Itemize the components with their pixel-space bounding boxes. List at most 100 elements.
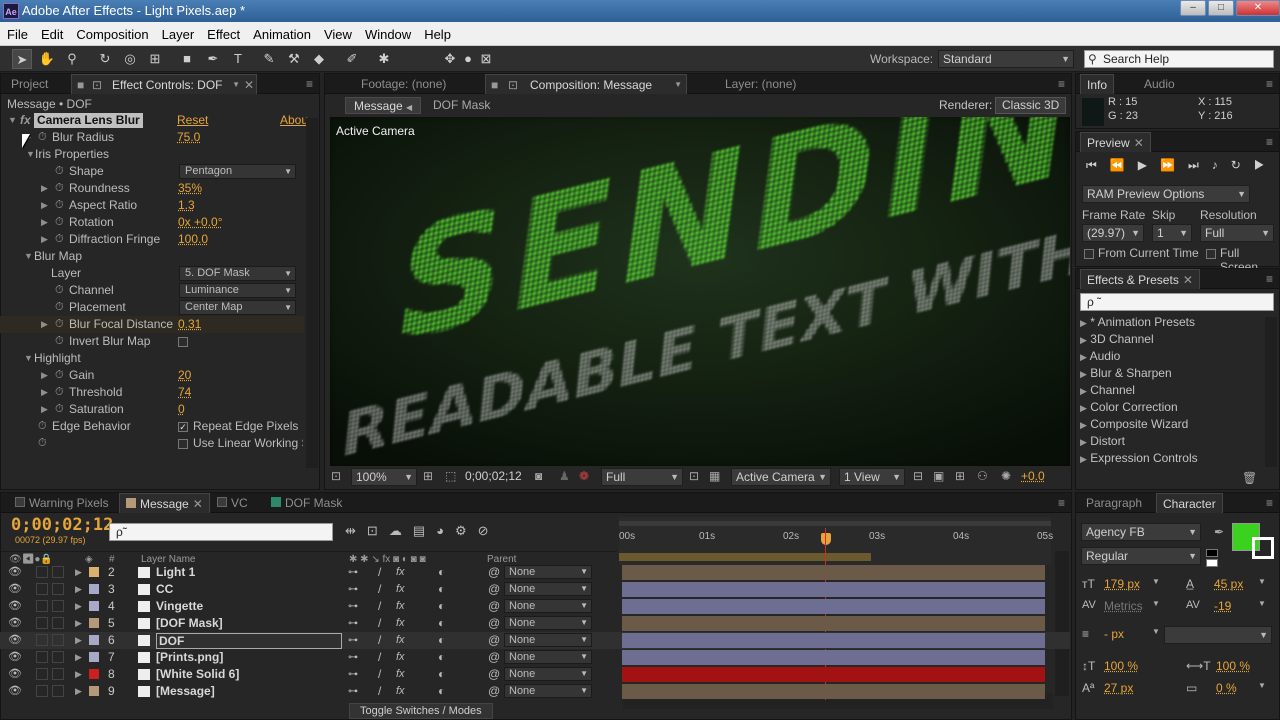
table-row[interactable]: 👁 ▶ 6 DOF ⊶ / fx ◐ @ None ▼	[0, 632, 1070, 649]
expand-triangle-icon[interactable]: ▶	[41, 214, 48, 231]
table-row[interactable]: 👁 ▶ 7 [Prints.png] ⊶ / fx ◐ @ None ▼	[0, 649, 1070, 666]
lock-toggle[interactable]	[52, 583, 64, 595]
parent-dropdown[interactable]: None ▼	[504, 650, 592, 664]
label-color-swatch[interactable]	[89, 567, 99, 577]
previous-frame-icon[interactable]: ⏪	[1110, 158, 1138, 172]
fx-switch-icon[interactable]: fx	[396, 615, 405, 632]
pick-whip-icon[interactable]: @	[488, 598, 500, 615]
stroke-width-value[interactable]: - px	[1104, 627, 1124, 641]
horizontal-scale-value[interactable]: 100 %	[1216, 659, 1250, 673]
baseline-shift-value[interactable]: 27 px	[1104, 681, 1133, 695]
effect-name[interactable]: Camera Lens Blur	[34, 113, 143, 128]
stopwatch-icon[interactable]: ⏱	[55, 299, 64, 316]
selection-tool-icon[interactable]: ➤	[12, 49, 32, 69]
tab-effects-presets[interactable]: Effects & Presets ✕	[1080, 269, 1200, 289]
vertical-scale-value[interactable]: 100 %	[1104, 659, 1138, 673]
kerning-value[interactable]: Metrics	[1104, 599, 1143, 613]
brainstorm-icon[interactable]: ⚙	[455, 523, 478, 538]
tracking-value[interactable]: -19	[1214, 599, 1231, 613]
pick-whip-icon[interactable]: @	[488, 564, 500, 581]
effects-category[interactable]: ▶ Audio	[1080, 349, 1120, 363]
parent-dropdown[interactable]: None ▼	[504, 599, 592, 613]
chevron-down-icon[interactable]: ▼	[1152, 627, 1160, 636]
solo-toggle[interactable]	[36, 617, 48, 629]
property-value[interactable]: 75.0	[177, 129, 200, 146]
layer-name[interactable]: Vingette	[156, 598, 203, 615]
label-color-swatch[interactable]	[89, 635, 99, 645]
panel-menu-icon[interactable]: ≡	[1266, 272, 1273, 286]
effects-category[interactable]: ▶ Blur & Sharpen	[1080, 366, 1172, 380]
fx-switch-icon[interactable]: fx	[396, 632, 405, 649]
frame-rate-dropdown[interactable]: (29.97) ▼	[1082, 224, 1144, 242]
lock-toggle[interactable]	[52, 566, 64, 578]
panel-menu-icon[interactable]: ≡	[1058, 77, 1065, 91]
stopwatch-icon[interactable]: ⏱	[55, 197, 64, 214]
preview-resolution-dropdown[interactable]: Full ▼	[1200, 224, 1274, 242]
menu-help[interactable]: Help	[417, 22, 457, 42]
menu-effect[interactable]: Effect	[200, 22, 246, 42]
stopwatch-icon[interactable]: ⏱	[55, 333, 64, 350]
tab-footage[interactable]: Footage: (none)	[355, 74, 452, 94]
first-frame-icon[interactable]: ⏮	[1086, 158, 1110, 172]
exposure-value[interactable]: +0.0	[1021, 469, 1045, 483]
font-size-value[interactable]: 179 px	[1104, 577, 1140, 591]
snapshot-icon[interactable]: ◙	[535, 469, 542, 483]
timeline-icon[interactable]: ⊞	[955, 469, 965, 483]
font-style-dropdown[interactable]: Regular ▼	[1081, 547, 1201, 565]
menu-view[interactable]: View	[317, 22, 358, 42]
camera-view-dropdown[interactable]: Active Camera ▼	[731, 468, 831, 486]
layer-duration-bar[interactable]	[622, 650, 1045, 665]
shy-switch-icon[interactable]: ⊶	[348, 666, 358, 683]
current-time-display[interactable]: 0;00;02;12	[465, 469, 522, 483]
chevron-down-icon[interactable]: ▼	[1152, 599, 1160, 608]
flowchart-tab-dof-mask[interactable]: DOF Mask	[433, 98, 490, 112]
lock-toggle[interactable]	[52, 668, 64, 680]
rotation-tool-icon[interactable]: ↻	[95, 49, 115, 69]
tab-dof-mask[interactable]: DOF Mask	[265, 493, 348, 513]
invert-blur-map-checkbox[interactable]	[178, 337, 188, 347]
timeline-search-input[interactable]: ρ˜	[109, 523, 333, 541]
table-row[interactable]: 👁 ▶ 9 [Message] ⊶ / fx ◐ @ None ▼	[0, 683, 1070, 700]
stopwatch-icon[interactable]: ⏱	[55, 180, 64, 197]
stopwatch-icon[interactable]: ⏱	[55, 282, 64, 299]
layer-name[interactable]: [White Solid 6]	[156, 666, 239, 683]
play-icon[interactable]: ▶	[1138, 158, 1160, 172]
safe-margins-icon[interactable]: ⊞	[423, 469, 433, 483]
minimize-button[interactable]: –	[1180, 0, 1206, 16]
fast-previews-icon[interactable]: ▣	[933, 469, 944, 483]
eye-icon[interactable]: 👁	[8, 615, 22, 632]
shape-dropdown[interactable]: Pentagon ▼	[179, 164, 296, 179]
eye-icon[interactable]: 👁	[8, 564, 22, 581]
property-value[interactable]: 20	[178, 367, 191, 384]
about-link[interactable]: Abou	[280, 112, 308, 129]
tab-info[interactable]: Info	[1080, 74, 1115, 94]
pick-whip-icon[interactable]: @	[488, 649, 500, 666]
label-color-swatch[interactable]	[89, 669, 99, 679]
adjustment-switch-icon[interactable]: ◐	[438, 598, 445, 615]
flowchart-icon[interactable]: ⚇	[977, 469, 988, 483]
property-value[interactable]: 100.0	[178, 231, 208, 248]
skip-dropdown[interactable]: 1 ▼	[1152, 224, 1192, 242]
always-preview-icon[interactable]: ⊡	[331, 469, 341, 483]
tab-vc[interactable]: VC	[211, 493, 254, 513]
effect-controls-scrollbar[interactable]	[306, 118, 318, 468]
solo-toggle[interactable]	[36, 668, 48, 680]
parent-dropdown[interactable]: None ▼	[504, 684, 592, 698]
layer-name[interactable]: DOF	[156, 633, 342, 649]
stopwatch-icon[interactable]: ⏱	[38, 418, 47, 435]
solo-toggle[interactable]	[36, 634, 48, 646]
solo-toggle[interactable]	[36, 685, 48, 697]
shy-switch-icon[interactable]: ⊶	[348, 632, 358, 649]
mute-audio-icon[interactable]: ♪	[1212, 158, 1231, 172]
property-value[interactable]: 35%	[178, 180, 202, 197]
lock-toggle[interactable]	[52, 685, 64, 697]
lock-toggle[interactable]	[52, 600, 64, 612]
set-white-swatch[interactable]	[1206, 559, 1218, 567]
quality-switch-icon[interactable]: /	[378, 666, 381, 683]
work-area-bar[interactable]	[619, 521, 1051, 526]
magnification-dropdown[interactable]: 100% ▼	[351, 468, 417, 486]
stopwatch-icon[interactable]: ⏱	[55, 163, 64, 180]
close-icon[interactable]: ✕	[244, 75, 254, 95]
expand-triangle-icon[interactable]: ▶	[41, 197, 48, 214]
reset-exposure-icon[interactable]: ✺	[1001, 469, 1011, 483]
